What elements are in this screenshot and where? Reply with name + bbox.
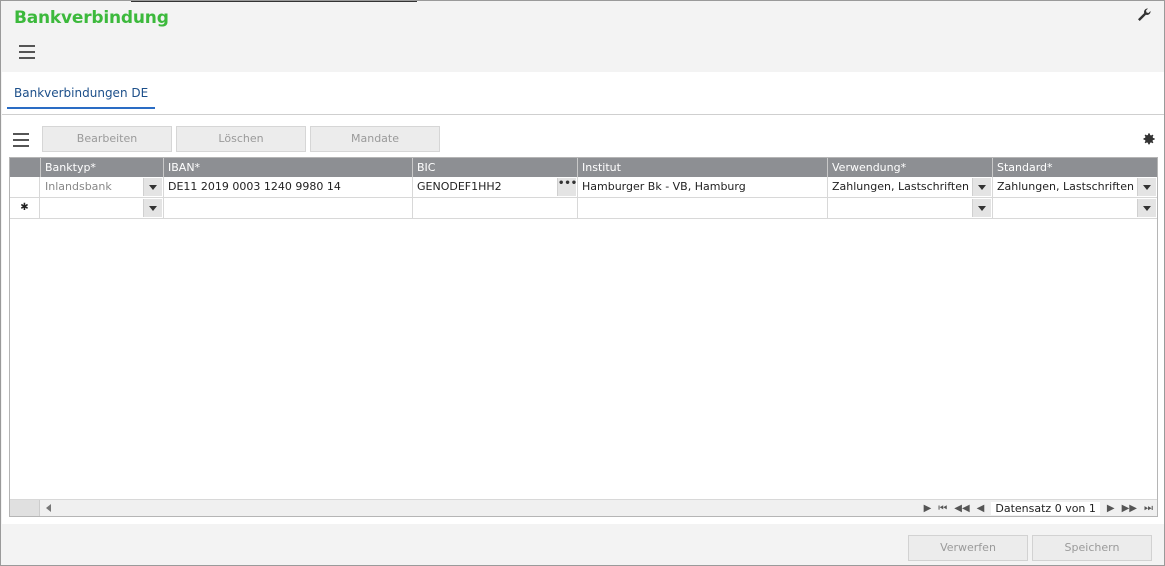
edit-button[interactable]: Bearbeiten (42, 126, 172, 152)
column-header-verwendung[interactable]: Verwendung* (828, 158, 993, 177)
window-top-accent (131, 1, 417, 2)
column-header-institut[interactable]: Institut (578, 158, 828, 177)
table-row[interactable]: Inlandsbank DE11 2019 0003 1240 9980 14 … (10, 177, 1157, 198)
new-verwendung-dropdown-icon[interactable] (972, 199, 991, 217)
cell-iban[interactable]: DE11 2019 0003 1240 9980 14 (164, 177, 413, 197)
row-selector[interactable] (10, 177, 40, 197)
discard-button[interactable]: Verwerfen (908, 535, 1028, 561)
new-standard-dropdown-icon[interactable] (1137, 199, 1156, 217)
new-row-marker: ✱ (10, 198, 40, 218)
new-row[interactable]: ✱ (10, 198, 1157, 219)
bank-accounts-grid: Banktyp* IBAN* BIC Institut Verwendung* … (9, 157, 1158, 517)
new-cell-verwendung[interactable] (828, 198, 993, 218)
page-title: Bankverbindung (14, 8, 169, 28)
gear-icon[interactable] (1142, 132, 1156, 146)
cell-bic[interactable]: GENODEF1HH2 (413, 177, 578, 197)
last-page-icon[interactable]: ⏭ (1144, 503, 1153, 514)
first-page-icon[interactable]: ⏮ (938, 503, 947, 514)
footer-corner (10, 500, 40, 516)
column-header-standard[interactable]: Standard* (993, 158, 1157, 177)
content-area: Bankverbindungen DE Bearbeiten Löschen M… (2, 72, 1164, 524)
record-status: Datensatz 0 von 1 (991, 502, 1100, 515)
next-page-icon[interactable]: ▶ (1107, 503, 1115, 514)
prev-page-icon[interactable]: ◀ (977, 503, 985, 514)
banktyp-dropdown-icon[interactable] (143, 178, 162, 196)
column-header-banktyp[interactable]: Banktyp* (41, 158, 164, 177)
bic-lookup-button[interactable]: ••• (557, 178, 577, 196)
cell-verwendung[interactable]: Zahlungen, Lastschriften (828, 177, 993, 197)
window: Bankverbindung Bankverbindungen DE Bearb… (0, 0, 1165, 566)
tab-bar: Bankverbindungen DE (2, 72, 1164, 115)
new-cell-standard[interactable] (993, 198, 1157, 218)
prev-page-fast-icon[interactable]: ◀◀ (954, 503, 969, 514)
new-cell-iban[interactable] (164, 198, 413, 218)
main-menu-icon[interactable] (19, 45, 35, 61)
grid-footer: ▶ ⏮ ◀◀ ◀ Datensatz 0 von 1 ▶ ▶▶ ⏭ (10, 499, 1157, 516)
scroll-left-icon[interactable] (46, 504, 51, 512)
save-button[interactable]: Speichern (1032, 535, 1152, 561)
verwendung-dropdown-icon[interactable] (972, 178, 991, 196)
row-selector-header (10, 158, 41, 177)
grid-toolbar: Bearbeiten Löschen Mandate (2, 124, 1164, 154)
wrench-icon[interactable] (1136, 7, 1152, 23)
grid-header: Banktyp* IBAN* BIC Institut Verwendung* … (10, 158, 1157, 177)
next-page-fast-icon[interactable]: ▶▶ (1122, 503, 1137, 514)
scroll-right-icon[interactable]: ▶ (924, 503, 932, 514)
new-cell-institut (578, 198, 828, 218)
tab-bankverbindungen-de[interactable]: Bankverbindungen DE (7, 86, 156, 109)
grid-menu-icon[interactable] (13, 133, 29, 151)
new-banktyp-dropdown-icon[interactable] (143, 199, 162, 217)
pager: ▶ ⏮ ◀◀ ◀ Datensatz 0 von 1 ▶ ▶▶ ⏭ (924, 501, 1153, 516)
mandate-button[interactable]: Mandate (310, 126, 440, 152)
delete-button[interactable]: Löschen (176, 126, 306, 152)
cell-institut: Hamburger Bk - VB, Hamburg (578, 177, 828, 197)
column-header-bic[interactable]: BIC (413, 158, 578, 177)
new-cell-bic[interactable] (413, 198, 578, 218)
column-header-iban[interactable]: IBAN* (164, 158, 413, 177)
standard-dropdown-icon[interactable] (1137, 178, 1156, 196)
cell-standard[interactable]: Zahlungen, Lastschriften (993, 177, 1157, 197)
